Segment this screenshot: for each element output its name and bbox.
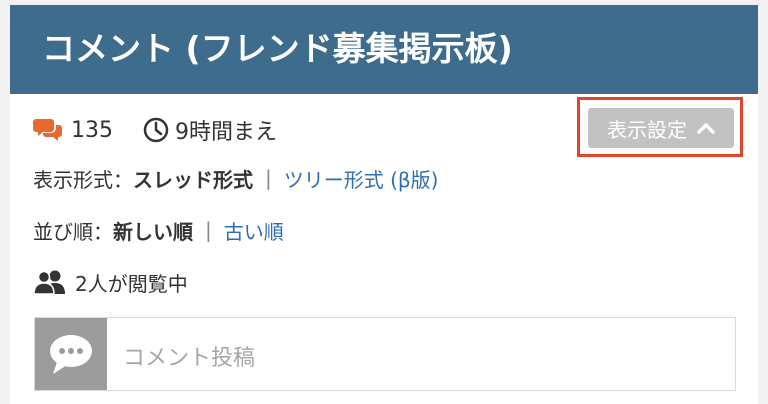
speech-bubble-icon [50,335,92,374]
post-icon-box [35,318,107,390]
comment-panel: コメント (フレンド募集掲示板) 135 9時間まえ 表示設定 表示形式： スレ… [10,5,758,404]
viewers-indicator: 2人が閲覧中 [33,267,188,297]
comment-count-value: 135 [71,117,113,143]
display-format-label: 表示形式： [33,167,133,192]
chevron-up-icon [697,123,715,134]
comments-icon [33,119,62,141]
panel-title: コメント (フレンド募集掲示板) [42,29,513,68]
tree-format-link[interactable]: ツリー形式 (β版) [284,164,439,193]
comment-count: 135 [33,117,113,143]
post-time: 9時間まえ [113,114,277,146]
viewers-count: 2人が閲覧中 [75,271,188,296]
oldest-first-link[interactable]: 古い順 [224,216,284,245]
display-format-row: 表示形式： スレッド形式 | ツリー形式 (β版) [33,163,438,193]
display-settings-button[interactable]: 表示設定 [588,108,734,148]
users-icon [33,270,65,295]
sort-order-current: 新しい順 [113,219,193,244]
panel-header: コメント (フレンド募集掲示板) [10,5,758,94]
display-settings-label: 表示設定 [607,117,687,142]
display-format-current: スレッド形式 [133,167,253,192]
clock-icon [143,117,169,143]
comment-placeholder: コメント投稿 [123,346,256,371]
sort-order-row: 並び順： 新しい順 | 古い順 [33,215,284,245]
separator: | [265,166,272,190]
time-ago: 9時間まえ [175,120,277,145]
comment-meta: 135 9時間まえ [33,115,277,145]
comment-post-input[interactable]: コメント投稿 [34,317,736,391]
sort-order-label: 並び順： [33,219,113,244]
separator: | [205,218,212,242]
